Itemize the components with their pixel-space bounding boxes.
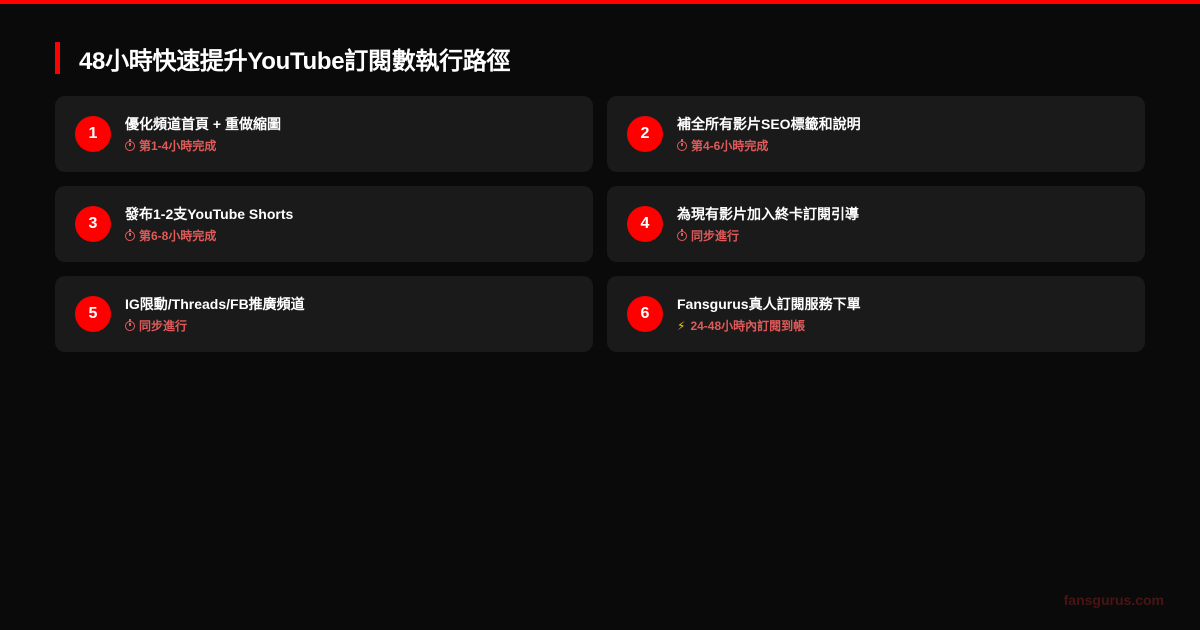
step-time-label: 同步進行 bbox=[139, 318, 188, 333]
title-accent-bar bbox=[55, 42, 60, 74]
step-time: 同步進行 bbox=[677, 228, 859, 244]
step-card-2: 2 補全所有影片SEO標籤和說明 第4-6小時完成 bbox=[607, 96, 1145, 172]
step-time: 第1-4小時完成 bbox=[125, 138, 281, 154]
step-number-badge: 5 bbox=[75, 296, 111, 332]
step-title: Fansgurus真人訂閱服務下單 bbox=[677, 295, 861, 312]
page-title: 48小時快速提升YouTube訂閱數執行路徑 bbox=[79, 47, 511, 75]
step-title: 為現有影片加入終卡訂閱引導 bbox=[677, 205, 859, 222]
step-time-label: 第4-6小時完成 bbox=[691, 138, 769, 153]
clock-icon bbox=[125, 138, 135, 151]
step-number-badge: 3 bbox=[75, 206, 111, 242]
step-title: IG限動/Threads/FB推廣頻道 bbox=[125, 295, 305, 312]
step-number-badge: 6 bbox=[627, 296, 663, 332]
step-card-4: 4 為現有影片加入終卡訂閱引導 同步進行 bbox=[607, 186, 1145, 262]
header: 48小時快速提升YouTube訂閱數執行路徑 bbox=[55, 42, 511, 75]
footer-watermark: fansgurus.com bbox=[1063, 592, 1164, 608]
step-time-label: 第1-4小時完成 bbox=[139, 138, 217, 153]
step-number-badge: 1 bbox=[75, 116, 111, 152]
step-card-6: 6 Fansgurus真人訂閱服務下單 ⚡ 24-48小時內訂閱到帳 bbox=[607, 276, 1145, 352]
steps-grid: 1 優化頻道首頁 + 重做縮圖 第1-4小時完成 2 補全所有影片SEO標籤和說… bbox=[55, 96, 1145, 352]
step-card-5: 5 IG限動/Threads/FB推廣頻道 同步進行 bbox=[55, 276, 593, 352]
clock-icon bbox=[677, 228, 687, 241]
step-time-label: 同步進行 bbox=[691, 228, 740, 243]
top-accent-bar bbox=[0, 0, 1200, 4]
step-time: 第6-8小時完成 bbox=[125, 228, 293, 244]
step-card-3: 3 發布1-2支YouTube Shorts 第6-8小時完成 bbox=[55, 186, 593, 262]
clock-icon bbox=[677, 138, 687, 151]
step-number-badge: 4 bbox=[627, 206, 663, 242]
step-time-label: 24-48小時內訂閱到帳 bbox=[690, 318, 806, 333]
lightning-icon: ⚡ bbox=[677, 318, 686, 333]
step-title: 優化頻道首頁 + 重做縮圖 bbox=[125, 115, 281, 132]
step-card-1: 1 優化頻道首頁 + 重做縮圖 第1-4小時完成 bbox=[55, 96, 593, 172]
step-time: 同步進行 bbox=[125, 318, 305, 334]
clock-icon bbox=[125, 228, 135, 241]
step-title: 發布1-2支YouTube Shorts bbox=[125, 205, 294, 222]
clock-icon bbox=[125, 318, 135, 331]
step-time: 第4-6小時完成 bbox=[677, 138, 861, 154]
step-title: 補全所有影片SEO標籤和說明 bbox=[677, 115, 861, 132]
step-time-label: 第6-8小時完成 bbox=[139, 228, 217, 243]
step-time: ⚡ 24-48小時內訂閱到帳 bbox=[677, 318, 861, 334]
step-number-badge: 2 bbox=[627, 116, 663, 152]
